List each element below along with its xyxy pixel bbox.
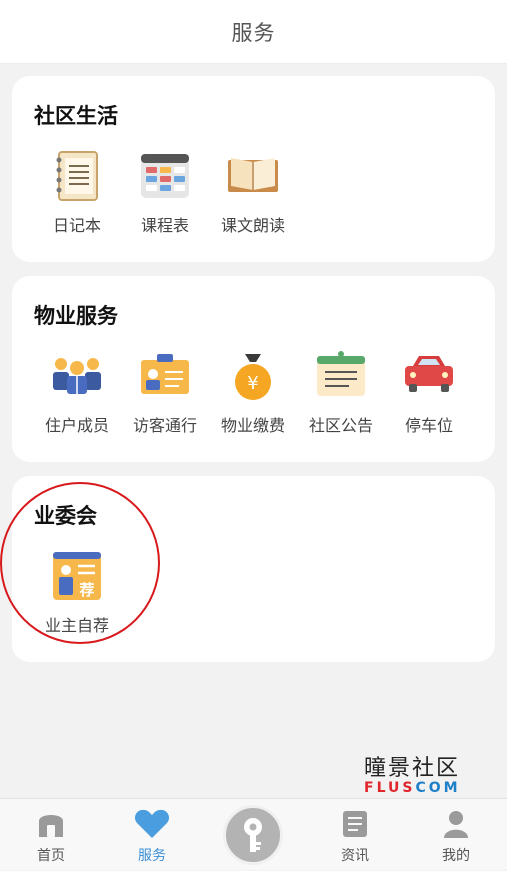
visitor-badge-icon xyxy=(141,354,189,394)
grid-item-label: 访客通行 xyxy=(132,416,197,435)
section-title: 社区生活 xyxy=(34,104,118,128)
home-icon xyxy=(39,815,63,837)
watermark-english: FLUSCOM xyxy=(364,780,461,796)
grid-item-parking[interactable]: 停车位 xyxy=(384,348,474,436)
grid-item-residents[interactable]: 住户成员 xyxy=(32,348,122,436)
timetable-icon xyxy=(141,154,189,198)
watermark-logo: 曈景社区 FLUSCOM xyxy=(364,750,476,796)
tab-news[interactable]: 资讯 xyxy=(315,799,395,871)
page-title: 服务 xyxy=(231,20,276,45)
notebook-icon xyxy=(56,151,98,201)
grid-item-label: 住户成员 xyxy=(44,416,109,435)
tab-label: 我的 xyxy=(442,848,470,864)
grid-item-community-notice[interactable]: 社区公告 xyxy=(296,348,386,436)
heart-icon xyxy=(134,809,170,838)
grid-item-text-reading[interactable]: 课文朗读 xyxy=(208,148,298,236)
grid-item-timetable[interactable]: 课程表 xyxy=(120,148,210,236)
profile-icon xyxy=(444,811,468,838)
tab-label: 资讯 xyxy=(341,848,369,864)
tab-label: 首页 xyxy=(37,848,65,864)
section-community-life: 社区生活 日记本 课程表 课文朗读 xyxy=(12,76,495,262)
svg-text:¥: ¥ xyxy=(247,373,258,394)
grid-item-label: 停车位 xyxy=(404,416,453,435)
key-icon xyxy=(244,818,262,852)
annotation-circle xyxy=(0,482,160,644)
grid-item-diary[interactable]: 日记本 xyxy=(32,148,122,236)
notice-board-icon xyxy=(317,351,365,396)
top-header: 服务 xyxy=(0,0,507,64)
tab-mine[interactable]: 我的 xyxy=(416,799,496,871)
car-icon xyxy=(405,356,453,392)
grid-item-label: 课文朗读 xyxy=(220,216,285,235)
section-property-service: 物业服务 住户成员 访客通行 ¥ 物业缴费 社区公告 停车位 xyxy=(12,276,495,462)
tab-services[interactable]: 服务 xyxy=(112,799,192,871)
news-icon xyxy=(343,811,367,837)
tab-home[interactable]: 首页 xyxy=(11,799,91,871)
money-bag-icon: ¥ xyxy=(235,354,271,400)
section-title: 物业服务 xyxy=(34,304,118,328)
residents-icon xyxy=(53,358,101,394)
grid-item-label: 社区公告 xyxy=(308,416,373,435)
open-book-icon xyxy=(228,158,278,192)
grid-item-property-fee[interactable]: ¥ 物业缴费 xyxy=(208,348,298,436)
grid-item-label: 物业缴费 xyxy=(220,416,285,435)
grid-item-label: 课程表 xyxy=(140,216,189,235)
grid-item-label: 日记本 xyxy=(52,216,101,235)
grid-item-visitor-pass[interactable]: 访客通行 xyxy=(120,348,210,436)
watermark-chinese: 曈景社区 xyxy=(364,756,461,781)
tab-label: 服务 xyxy=(138,848,166,864)
center-key-button[interactable] xyxy=(223,805,283,865)
